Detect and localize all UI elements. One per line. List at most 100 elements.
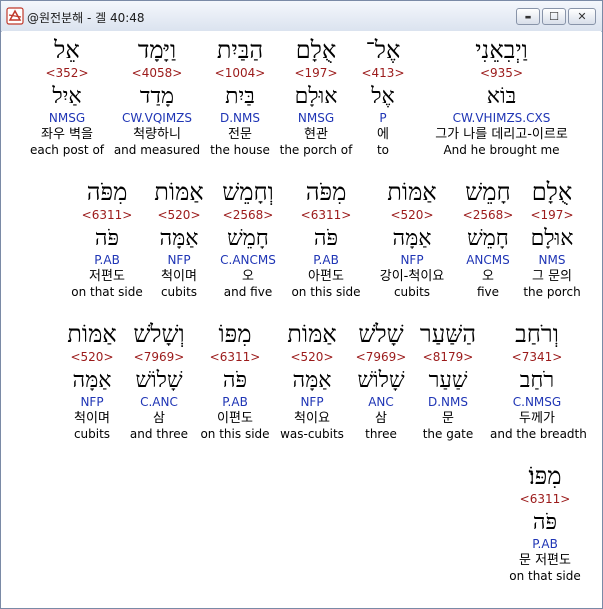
parsing-code: D.NMS [427, 395, 468, 409]
strong-number[interactable]: <197> [278, 65, 354, 81]
lexical-form: אַמָּה [159, 226, 199, 251]
korean-gloss: 삼 [153, 411, 165, 426]
strong-number[interactable]: <6311> [196, 349, 274, 365]
word-cell[interactable]: אַמּוֹת <520> אַמָּה NFP 척이며 cubits [148, 177, 210, 300]
parsing-code: ANC [368, 395, 394, 409]
lexical-form: אַמָּה [72, 368, 112, 393]
parsing-code: NFP [80, 395, 104, 409]
word-cell[interactable]: מִפּוֹ <6311> פֹּה P.AB 이편도 on this side [196, 319, 274, 442]
hebrew-word: אַמּוֹת [387, 178, 437, 206]
strong-number[interactable]: <520> [148, 207, 210, 223]
parsing-code: P [379, 111, 387, 125]
word-cell[interactable]: אֻלָם <197> אוּלָם NMS 그 문의 the porch [520, 177, 584, 300]
word-cell[interactable]: וְחָמֵשׁ <2568> חָמֵשׁ C.ANCMS 오 and fiv… [212, 177, 284, 300]
strong-number[interactable]: <2568> [212, 207, 284, 223]
strong-number[interactable]: <7969> [126, 349, 192, 365]
word-cell[interactable]: מִפֹּה <6311> פֹּה P.AB 아편도 on this side [286, 177, 366, 300]
hebrew-word: וַיְבִאֵנִי [475, 36, 528, 64]
hebrew-word: אֵל [54, 36, 80, 64]
strong-number[interactable]: <413> [354, 65, 412, 81]
strong-number[interactable]: <1004> [205, 65, 275, 81]
lexical-form: פֹּה [313, 226, 339, 251]
strong-number[interactable]: <8179> [414, 349, 482, 365]
app-window: @원전분해 - 겔 40:48 ▬ ☐ ✕ וַיְבִאֵנִי <935> … [0, 0, 603, 609]
strong-number[interactable]: <520> [368, 207, 456, 223]
word-cell[interactable]: וַיְבִאֵנִי <935> בּוֹא CW.VHIMZS.CXS 그가… [413, 35, 590, 158]
strong-number[interactable]: <7969> [350, 349, 412, 365]
word-cell[interactable]: שָׁלֹשׁ <7969> שָׁלוֹשׁ ANC 삼 three [350, 319, 412, 442]
parsing-code: P.AB [222, 395, 248, 409]
word-cell[interactable]: וַיָּמָד <4058> מָדַד CW.VQIMZS 척량하니 and… [111, 35, 203, 158]
word-cell[interactable]: וְשָׁלֹשׁ <7969> שָׁלוֹשׁ C.ANC 삼 and th… [126, 319, 192, 442]
english-gloss: and three [129, 427, 189, 441]
korean-gloss: 그가 나를 데리고-이르로 [435, 127, 568, 142]
english-gloss: cubits [393, 285, 431, 299]
parsing-code: NMS [538, 253, 566, 267]
strong-number[interactable]: <935> [413, 65, 590, 81]
english-gloss: five [476, 285, 500, 299]
lexical-form: חָמֵשׁ [467, 226, 509, 251]
strong-number[interactable]: <352> [24, 65, 110, 81]
strong-number[interactable]: <6311> [286, 207, 366, 223]
hebrew-word: אַמּוֹת [287, 320, 337, 348]
english-gloss: three [365, 427, 397, 441]
english-gloss: on that side [71, 285, 143, 299]
hebrew-word: וְחָמֵשׁ [222, 178, 274, 206]
word-cell[interactable]: אַמּוֹת <520> אַמָּה NFP 척이며 cubits [62, 319, 122, 442]
strong-number[interactable]: <520> [62, 349, 122, 365]
parsing-code: P.AB [94, 253, 120, 267]
parsing-code: ANCMS [466, 253, 510, 267]
close-icon: ✕ [577, 10, 587, 23]
hebrew-word: מִפֹּה [86, 178, 128, 206]
word-cell[interactable]: וְרֹחַב <7341> רֹחַב C.NMSG 두께가 and the … [490, 319, 587, 442]
word-cell[interactable]: מִפּוֹ׃ <6311> פֹּה P.AB 문 저편도 on that s… [506, 461, 584, 584]
hebrew-word: אַמּוֹת [67, 320, 117, 348]
close-button[interactable]: ✕ [568, 8, 596, 25]
strong-number[interactable]: <2568> [458, 207, 518, 223]
parsing-code: P.AB [532, 537, 558, 551]
hebrew-word: מִפֹּה [305, 178, 347, 206]
word-cell[interactable]: אֻלָם <197> אוּלָם NMSG 현관 the porch of [278, 35, 354, 158]
korean-gloss: 이편도 [217, 411, 253, 426]
strong-number[interactable]: <197> [520, 207, 584, 223]
english-gloss: on that side [509, 569, 581, 583]
interlinear-panel: וַיְבִאֵנִי <935> בּוֹא CW.VHIMZS.CXS 그가… [2, 31, 601, 607]
lexical-form: שָׁלוֹשׁ [357, 368, 405, 393]
word-cell[interactable]: חָמֵשׁ <2568> חָמֵשׁ ANCMS 오 five [458, 177, 518, 300]
korean-gloss: 척이며 [161, 269, 197, 284]
maximize-icon: ☐ [549, 10, 559, 23]
hebrew-word: אֻלָם [531, 178, 573, 206]
maximize-button[interactable]: ☐ [542, 8, 566, 25]
strong-number[interactable]: <520> [276, 349, 348, 365]
hebrew-word: וַיָּמָד [137, 36, 177, 64]
english-gloss: the gate [422, 427, 474, 441]
word-cell[interactable]: מִפֹּה <6311> פֹּה P.AB 저편도 on that side [68, 177, 146, 300]
english-gloss: the house [210, 143, 270, 157]
lexical-form: חָמֵשׁ [227, 226, 269, 251]
strong-number[interactable]: <6311> [68, 207, 146, 223]
title-bar[interactable]: @원전분해 - 겔 40:48 ▬ ☐ ✕ [1, 1, 602, 32]
hebrew-word: מִפּוֹ׃ [528, 462, 562, 490]
strong-number[interactable]: <6311> [506, 491, 584, 507]
strong-number[interactable]: <7341> [490, 349, 584, 365]
word-cell[interactable]: הַשַּׁעַר <8179> שַׁעַר D.NMS 문 the gate [414, 319, 482, 442]
korean-gloss: 좌우 벽을 [41, 127, 93, 142]
app-logo-icon [6, 7, 24, 25]
word-cell[interactable]: אַמּוֹת <520> אַמָּה NFP 척이요 was-cubits [276, 319, 348, 442]
minimize-icon: ▬ [524, 12, 532, 21]
korean-gloss: 저편도 [89, 269, 125, 284]
word-cell[interactable]: הַבַּיִת <1004> בַּיִת D.NMS 전문 the hous… [205, 35, 275, 158]
english-gloss: cubits [73, 427, 111, 441]
english-gloss: the porch [523, 285, 581, 299]
word-cell[interactable]: אֶל־ <413> אֶל P 에 to [354, 35, 412, 158]
parsing-code: NFP [300, 395, 324, 409]
lexical-form: אוּלָם [294, 84, 338, 109]
hebrew-word: הַבַּיִת [216, 36, 264, 64]
minimize-button[interactable]: ▬ [516, 8, 540, 25]
strong-number[interactable]: <4058> [111, 65, 203, 81]
hebrew-word: שָׁלֹשׁ [358, 320, 404, 348]
word-cell[interactable]: אֵל <352> אַיִל NMSG 좌우 벽을 each post of [24, 35, 110, 158]
parsing-code: D.NMS [219, 111, 260, 125]
word-cell[interactable]: אַמּוֹת <520> אַמָּה NFP 강이-척이요 cubits [368, 177, 456, 300]
korean-gloss: 문 저편도 [519, 553, 571, 568]
